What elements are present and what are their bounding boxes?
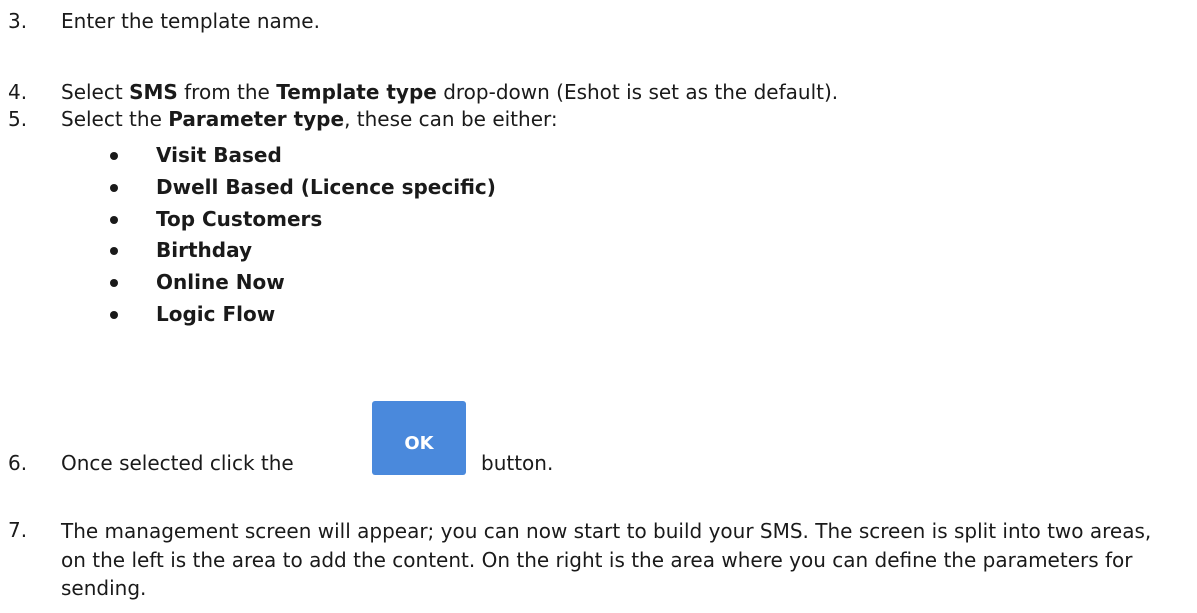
step-text: Select SMS from the Template type drop-d… bbox=[61, 79, 838, 106]
list-item: Birthday bbox=[110, 235, 496, 267]
bullet-icon bbox=[110, 152, 118, 160]
bold-term-template-type: Template type bbox=[276, 80, 437, 104]
bullet-icon bbox=[110, 279, 118, 288]
list-item: Dwell Based (Licence specific) bbox=[110, 172, 496, 204]
bold-term-parameter-type: Parameter type bbox=[168, 107, 345, 131]
step-text-part: from the bbox=[177, 80, 277, 104]
ok-button[interactable]: OK bbox=[372, 401, 466, 475]
bold-term-sms: SMS bbox=[129, 80, 178, 104]
step-text: Enter the template name. bbox=[61, 9, 320, 33]
step-number: 4. bbox=[8, 80, 28, 104]
step-number: 6. bbox=[8, 451, 28, 475]
step-7-text: The management screen will appear; you c… bbox=[61, 519, 1152, 600]
step-text: button. bbox=[481, 451, 554, 475]
list-item-label: Dwell Based (Licence specific) bbox=[156, 174, 496, 199]
step-text: Once selected click the bbox=[61, 451, 294, 475]
step-number: 3. bbox=[8, 9, 28, 33]
list-item-label: Online Now bbox=[156, 270, 285, 295]
list-item-label: Visit Based bbox=[156, 143, 282, 167]
list-item: Online Now bbox=[110, 267, 496, 299]
step-text-part: Select bbox=[61, 80, 130, 104]
list-item: Visit Based bbox=[110, 140, 496, 172]
list-item-label: Top Customers bbox=[156, 206, 323, 231]
list-item: Logic Flow bbox=[110, 299, 496, 331]
step-text: Select the Parameter type, these can be … bbox=[61, 106, 558, 133]
step-text-part: , these can be either: bbox=[344, 107, 558, 131]
list-item: Top Customers bbox=[110, 204, 496, 236]
step-number: 7. bbox=[8, 518, 28, 542]
bullet-icon bbox=[110, 215, 118, 224]
bullet-icon bbox=[110, 183, 118, 192]
step-text-part: drop-down (Eshot is set as the default). bbox=[436, 80, 839, 104]
parameter-type-list: Visit Based Dwell Based (Licence specifi… bbox=[110, 140, 496, 331]
list-item-label: Birthday bbox=[156, 238, 252, 263]
bullet-icon bbox=[110, 247, 118, 256]
step-number: 5. bbox=[8, 107, 28, 131]
list-item-label: Logic Flow bbox=[156, 301, 276, 326]
bullet-icon bbox=[110, 310, 118, 319]
step-text-part: Select the bbox=[61, 107, 169, 131]
